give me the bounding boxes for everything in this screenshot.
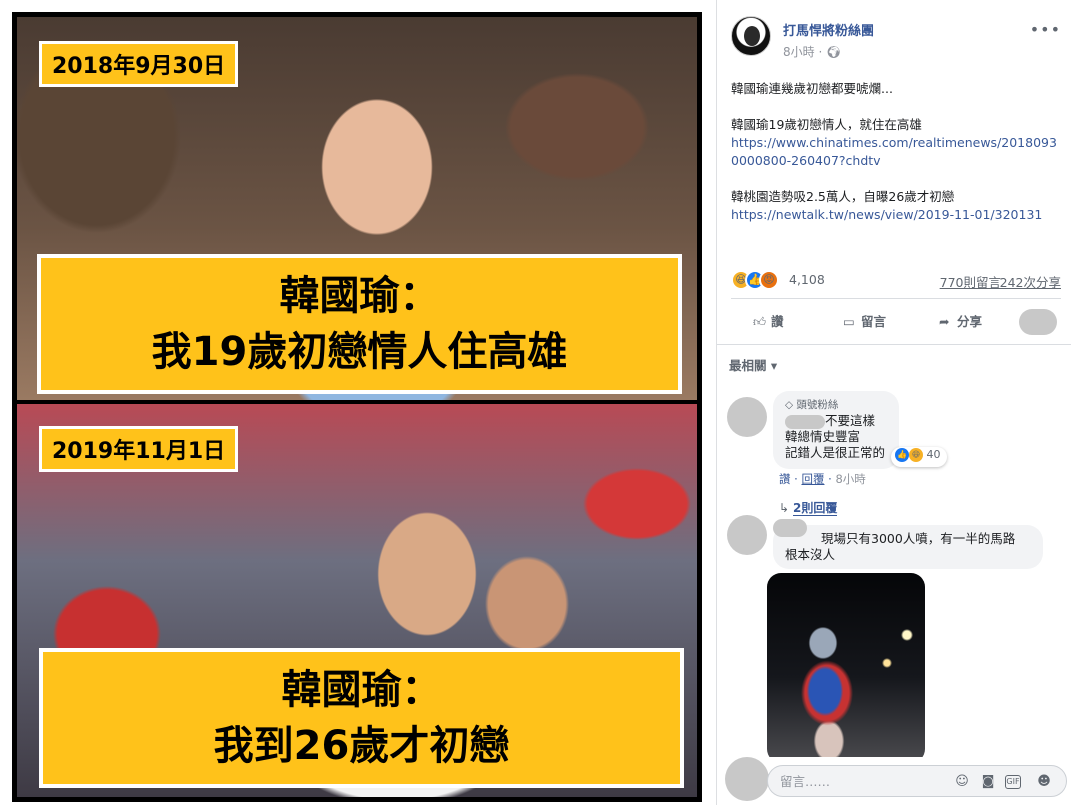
share-count-link[interactable]: 242次分享 (1000, 272, 1061, 291)
comment-text: 不要這樣 (825, 413, 876, 428)
replies-label: 2則回覆 (793, 501, 838, 516)
caption-box: 韓國瑜： 我到26歲才初戀 (39, 648, 684, 788)
gif-icon[interactable]: GIF (1005, 775, 1021, 789)
comment-text-line: 不要這樣 (785, 413, 887, 429)
commenter-name-redacted[interactable] (773, 519, 807, 537)
comment-actions: 讚 · 回覆 · 8小時 (779, 472, 866, 486)
comment-reaction-count: 40 (926, 448, 941, 461)
comment-text-line: 韓總情史豐富 (785, 429, 861, 444)
date-tag: 2018年9月30日 (39, 41, 239, 87)
haha-reaction-icon: 😆 (909, 448, 923, 462)
reaction-count[interactable]: 4,108 (789, 272, 825, 287)
comment-photo[interactable] (767, 573, 925, 763)
chinatimes-link[interactable]: https://www.chinatimes.com/realtimenews/… (731, 135, 1057, 168)
reactions-summary: 😆 👍 😡 4,108 770則留言 242次分享 (731, 268, 1061, 294)
page-avatar[interactable] (731, 16, 771, 56)
caption-line: 韓國瑜： (279, 273, 440, 319)
timestamp-link[interactable]: 8小時 (783, 45, 815, 59)
comment-text-line: 根本沒人 (785, 547, 836, 562)
caption-line: 我19歲初戀情人住高雄 (151, 329, 568, 375)
view-replies-link[interactable]: ↳ 2則回覆 (779, 499, 838, 516)
comment-bubble: 現場只有3000人噴，有一半的馬路 根本沒人 (773, 519, 1043, 569)
camera-icon[interactable]: ◙ (979, 773, 997, 791)
post-header: 打馬悍將粉絲團 8小時 · 🌍︎ ••• (731, 16, 1061, 62)
comment-composer: ☺ ◙ GIF ☻ (717, 757, 1071, 805)
share-button[interactable]: ➦ 分享 (939, 311, 982, 330)
post-meta: 8小時 · 🌍︎ (783, 45, 842, 59)
top-fan-badge: ◇ 頭號粉絲 (785, 397, 887, 413)
share-button-label: 分享 (957, 314, 983, 329)
comment-time[interactable]: 8小時 (835, 472, 865, 486)
like-button[interactable]: 👍︎ 讚 (753, 311, 784, 330)
commenter-name-redacted[interactable] (785, 414, 825, 429)
commenter-avatar[interactable] (727, 397, 767, 437)
comment-sort-dropdown[interactable]: 最相關 ▾ (729, 355, 777, 374)
angry-reaction-icon: 😡 (759, 270, 779, 290)
post-image[interactable]: 2018年9月30日 韓國瑜： 我19歲初戀情人住高雄 2019年11月1日 韓… (12, 12, 702, 802)
badge-label: 頭號粉絲 (796, 399, 839, 411)
comments-section: 最相關 ▾ ◇ 頭號粉絲 不要這樣 韓總情史豐富 記錯人是很正常的 👍 😆 40 … (717, 344, 1071, 805)
comment-bubble-icon: ▭ (843, 314, 855, 329)
commenter-avatar[interactable] (727, 515, 767, 555)
user-avatar[interactable] (725, 757, 769, 801)
reply-arrow-icon: ↳ (779, 501, 790, 515)
share-arrow-icon: ➦ (939, 314, 950, 329)
comment-like-link[interactable]: 讚 (779, 472, 791, 486)
reaction-icons[interactable]: 😆 👍 😡 (731, 270, 791, 290)
comment-bubble: ◇ 頭號粉絲 不要這樣 韓總情史豐富 記錯人是很正常的 (773, 391, 899, 469)
caption-line: 韓國瑜： (281, 667, 442, 713)
thumbs-up-icon: 👍︎ (753, 314, 767, 329)
more-options-icon[interactable]: ••• (1030, 20, 1061, 39)
like-button-label: 讚 (771, 314, 784, 329)
comment-count-link[interactable]: 770則留言 (940, 272, 1001, 291)
post-paragraph: 韓國瑜連幾歲初戀都要唬爛... (731, 81, 893, 96)
caret-down-icon: ▾ (770, 358, 778, 373)
comment-reactions[interactable]: 👍 😆 40 (891, 447, 947, 467)
comment-text-line: 記錯人是很正常的 (785, 445, 886, 460)
photo-panel-2019: 2019年11月1日 韓國瑜： 我到26歲才初戀 (17, 404, 697, 797)
post-sidebar: 打馬悍將粉絲團 8小時 · 🌍︎ ••• 韓國瑜連幾歲初戀都要唬爛... 韓國瑜… (716, 0, 1071, 805)
reactor-avatar[interactable] (1019, 309, 1057, 335)
post-line: 韓國瑜19歲初戀情人，就住在高雄 (731, 117, 922, 132)
comment-button-label: 留言 (861, 314, 887, 329)
caption-box: 韓國瑜： 我19歲初戀情人住高雄 (37, 254, 682, 394)
caption-line: 我到26歲才初戀 (213, 723, 510, 769)
photo-panel-2018: 2018年9月30日 韓國瑜： 我19歲初戀情人住高雄 (17, 17, 697, 400)
post-paragraph: 韓國瑜19歲初戀情人，就住在高雄 https://www.chinatimes.… (731, 116, 1061, 170)
page-name-link[interactable]: 打馬悍將粉絲團 (783, 20, 874, 39)
action-bar: 👍︎ 讚 ▭ 留言 ➦ 分享 (731, 298, 1061, 342)
globe-icon[interactable]: 🌍︎ (826, 45, 841, 59)
comment-text-line: 現場只有3000人噴，有一半的馬路 (821, 531, 1016, 546)
post-paragraph: 韓桃園造勢吸2.5萬人，自曝26歲才初戀 https://newtalk.tw/… (731, 188, 1061, 224)
diamond-icon: ◇ (785, 399, 794, 411)
post-text: 韓國瑜連幾歲初戀都要唬爛... 韓國瑜19歲初戀情人，就住在高雄 https:/… (731, 80, 1061, 242)
sticker-icon[interactable]: ☻ (1035, 773, 1053, 791)
comment-button[interactable]: ▭ 留言 (843, 311, 886, 330)
newtalk-link[interactable]: https://newtalk.tw/news/view/2019-11-01/… (731, 207, 1042, 222)
comment-reply-link[interactable]: 回覆 (801, 472, 824, 486)
avatar-face (744, 26, 760, 46)
emoji-icon[interactable]: ☺ (953, 773, 971, 791)
sort-label: 最相關 (729, 358, 767, 373)
comment-input[interactable] (767, 765, 1067, 797)
date-tag: 2019年11月1日 (39, 426, 239, 472)
like-reaction-icon: 👍 (895, 448, 909, 462)
post-line: 韓桃園造勢吸2.5萬人，自曝26歲才初戀 (731, 189, 955, 204)
